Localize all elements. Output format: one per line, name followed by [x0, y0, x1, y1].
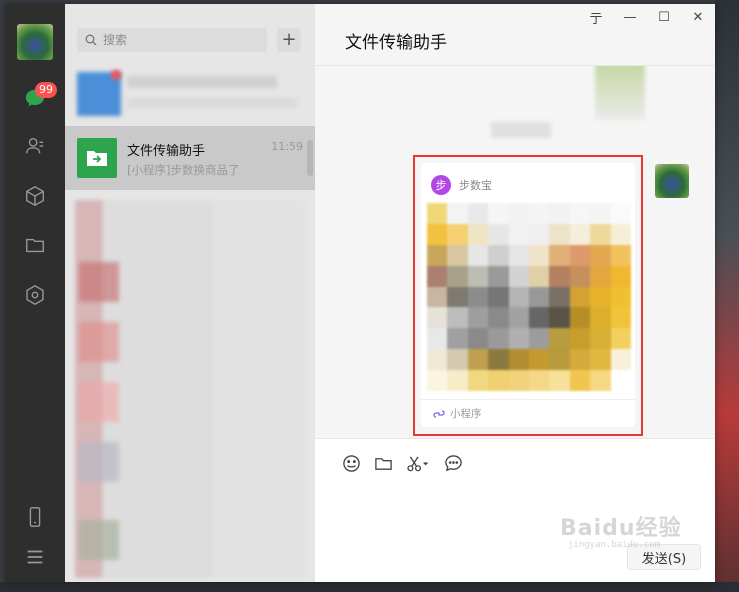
desktop-taskbar-edge [0, 582, 739, 592]
blurred-avatar [79, 262, 119, 302]
search-icon [85, 34, 97, 46]
blurred-image [595, 66, 645, 120]
blurred-preview [127, 98, 297, 108]
folder-arrow-icon [87, 151, 107, 166]
chat-panel: 文件传输助手 亍 — ☐ ✕ 步 步数宝 小程序 发送(S) [315, 4, 715, 582]
files-icon[interactable] [23, 233, 47, 257]
pin-button[interactable]: 亍 [579, 4, 613, 30]
user-avatar[interactable] [17, 24, 53, 60]
favorites-icon[interactable] [23, 184, 47, 208]
wechat-window: 99 + [5, 4, 715, 582]
chat-item-file-transfer[interactable]: 文件传输助手 11:59 [小程序]步数换商品了 [65, 126, 315, 190]
input-toolbar [341, 453, 463, 473]
contacts-icon[interactable] [23, 134, 47, 158]
minimize-button[interactable]: — [613, 4, 647, 30]
message-area[interactable]: 步 步数宝 小程序 [315, 66, 715, 438]
blurred-avatar [79, 442, 119, 482]
chat-name: 文件传输助手 [127, 144, 206, 159]
app-name: 步数宝 [459, 179, 492, 192]
chat-item-blurred[interactable] [65, 62, 315, 126]
moments-icon[interactable] [23, 283, 47, 307]
blurred-avatar [79, 322, 119, 362]
baidu-watermark: Baidu经验 [560, 516, 682, 541]
card-footer-label: 小程序 [450, 408, 482, 420]
card-app-header: 步 步数宝 [431, 175, 492, 195]
plus-icon: + [281, 29, 297, 50]
maximize-button[interactable]: ☐ [647, 4, 681, 30]
search-input[interactable] [103, 33, 253, 47]
file-transfer-avatar [77, 138, 117, 178]
chat-header: 文件传输助手 亍 — ☐ ✕ [315, 4, 715, 66]
chat-history-icon[interactable] [443, 453, 463, 473]
chat-preview: [小程序]步数换商品了 [127, 163, 240, 177]
scissors-icon[interactable] [405, 453, 431, 473]
folder-icon[interactable] [373, 453, 393, 473]
menu-icon[interactable] [23, 545, 47, 569]
phone-icon[interactable] [23, 505, 47, 529]
baidu-watermark-url: jingyan.baidu.com [568, 540, 661, 550]
unread-dot [111, 70, 121, 80]
unread-badge: 99 [35, 82, 57, 98]
blurred-avatar [79, 382, 119, 422]
app-icon: 步 [431, 175, 451, 195]
card-preview-image [427, 203, 631, 391]
chat-title: 文件传输助手 [345, 33, 447, 53]
close-button[interactable]: ✕ [681, 4, 715, 30]
emoji-icon[interactable] [341, 453, 361, 473]
desktop-background [715, 0, 739, 592]
blurred-timestamp [491, 122, 551, 138]
window-controls: 亍 — ☐ ✕ [579, 4, 715, 30]
left-navbar: 99 [5, 4, 65, 582]
miniprogram-card[interactable]: 步 步数宝 小程序 [421, 163, 635, 427]
search-box[interactable] [77, 28, 267, 52]
card-footer: 小程序 [421, 399, 635, 427]
add-button[interactable]: + [277, 28, 301, 52]
blurred-name [127, 76, 277, 88]
sender-avatar[interactable] [655, 164, 689, 198]
miniprogram-icon [433, 409, 445, 418]
blurred-avatar [79, 520, 119, 560]
chat-time: 11:59 [271, 140, 303, 153]
chat-list: + 文件传输助手 11:59 [小程序]步数换商品了 [65, 4, 315, 582]
chat-list-scrollbar[interactable] [307, 140, 313, 176]
